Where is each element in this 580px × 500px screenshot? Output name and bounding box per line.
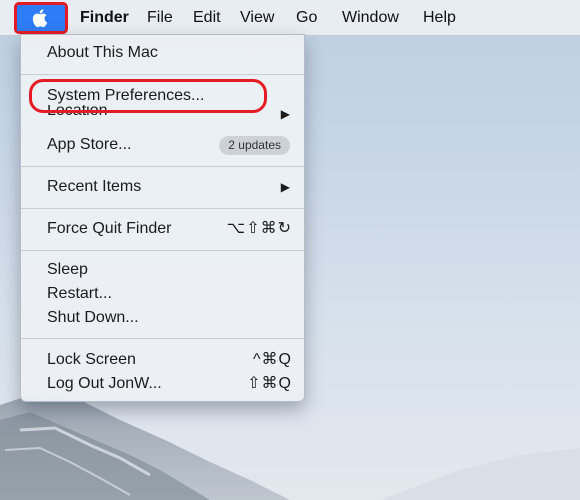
- menu-separator: [21, 166, 304, 167]
- desktop: Finder File Edit View Go Window Help Abo…: [0, 0, 580, 500]
- menu-item-label: App Store...: [47, 136, 132, 153]
- menu-item-restart[interactable]: Restart...: [21, 282, 304, 306]
- menubar-item-help[interactable]: Help: [423, 8, 456, 28]
- menubar-item-view[interactable]: View: [240, 8, 274, 28]
- keyboard-shortcut: ^⌘Q: [253, 351, 292, 368]
- menu-item-label: Location: [47, 105, 108, 119]
- menu-item-recent-items[interactable]: Recent Items ▶: [21, 175, 304, 199]
- menu-item-force-quit[interactable]: Force Quit Finder ⌥⇧⌘↻: [21, 217, 304, 241]
- menu-item-label: Sleep: [47, 261, 88, 278]
- updates-badge: 2 updates: [219, 136, 290, 155]
- menu-item-sleep[interactable]: Sleep: [21, 258, 304, 282]
- menubar-item-edit[interactable]: Edit: [193, 8, 221, 28]
- menu-item-label: Shut Down...: [47, 309, 139, 326]
- menu-item-about-this-mac[interactable]: About This Mac: [21, 41, 304, 65]
- menu-item-label: Log Out JonW...: [47, 375, 162, 392]
- apple-menu-button[interactable]: [14, 2, 68, 34]
- menu-item-label: About This Mac: [47, 44, 158, 61]
- submenu-arrow-icon: ▶: [280, 107, 290, 121]
- submenu-arrow-icon: ▶: [280, 180, 290, 194]
- menubar-item-window[interactable]: Window: [342, 8, 399, 28]
- menu-item-label: Recent Items: [47, 178, 142, 195]
- menu-item-lock-screen[interactable]: Lock Screen ^⌘Q: [21, 348, 304, 372]
- menu-separator: [21, 208, 304, 209]
- menu-item-location[interactable]: Location ▶: [21, 105, 304, 121]
- menu-item-shut-down[interactable]: Shut Down...: [21, 306, 304, 330]
- menu-separator: [21, 250, 304, 251]
- menu-item-label: Restart...: [47, 285, 112, 302]
- menubar-item-go[interactable]: Go: [296, 8, 317, 28]
- menu-item-log-out[interactable]: Log Out JonW... ⇧⌘Q: [21, 372, 304, 396]
- apple-menu-dropdown: About This Mac System Preferences... Loc…: [20, 34, 305, 402]
- menu-item-app-store[interactable]: App Store... 2 updates: [21, 133, 304, 157]
- menu-item-label: Force Quit Finder: [47, 220, 172, 237]
- menu-item-label: Lock Screen: [47, 351, 136, 368]
- menu-separator: [21, 338, 304, 339]
- menu-bar: Finder File Edit View Go Window Help: [0, 0, 580, 36]
- menubar-item-file[interactable]: File: [147, 8, 173, 28]
- menu-separator: [21, 74, 304, 75]
- menubar-item-finder[interactable]: Finder: [80, 8, 129, 28]
- keyboard-shortcut: ⇧⌘Q: [247, 375, 292, 392]
- apple-logo-icon: [32, 9, 48, 28]
- keyboard-shortcut: ⌥⇧⌘↻: [226, 220, 292, 237]
